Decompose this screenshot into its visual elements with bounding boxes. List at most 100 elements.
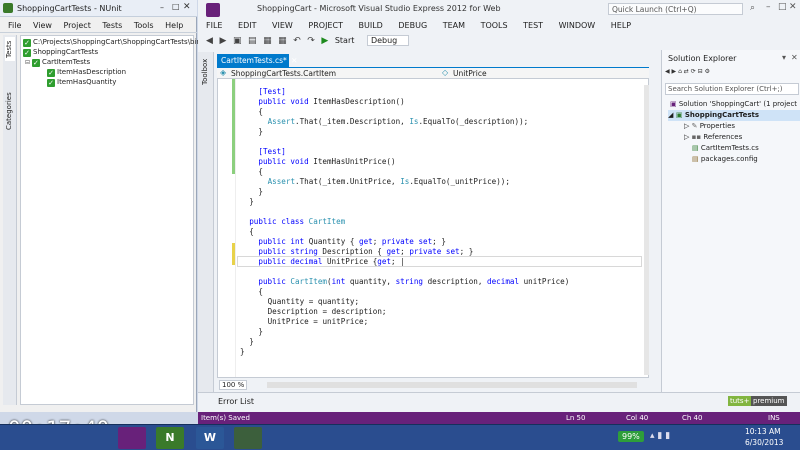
taskbar-nunit-icon[interactable]: N xyxy=(156,427,184,449)
menu-team[interactable]: TEAM xyxy=(443,21,465,30)
quick-launch-input[interactable]: Quick Launch (Ctrl+Q) xyxy=(608,3,743,15)
code-line[interactable]: [Test] xyxy=(258,147,285,157)
error-list-tab[interactable]: Error List xyxy=(218,397,254,406)
menu-tools[interactable]: TOOLS xyxy=(481,21,508,30)
save-all-icon[interactable]: ▦ xyxy=(278,36,287,46)
collapse-all-icon[interactable]: ⊟ xyxy=(698,68,705,75)
tray-icons[interactable]: ▴ ▮ ▮ xyxy=(650,431,670,441)
pin-icon[interactable]: ▾ xyxy=(782,53,786,62)
tab-tests[interactable]: Tests xyxy=(5,37,15,61)
save-icon[interactable]: ▦ xyxy=(263,36,272,46)
minimize-icon[interactable]: – xyxy=(766,2,771,12)
close-icon[interactable]: ✕ xyxy=(183,2,191,12)
menu-edit[interactable]: EDIT xyxy=(238,21,256,30)
tree-item-references[interactable]: ▷ ▪▪ References xyxy=(684,132,742,143)
menu-build[interactable]: BUILD xyxy=(359,21,383,30)
tree-item-fixture[interactable]: ⊟ ✓ CartItemTests xyxy=(25,57,90,67)
tree-item-test[interactable]: ✓ ItemHasDescription xyxy=(47,67,126,77)
tab-cartitemtests[interactable]: CartItemTests.cs* ✕ xyxy=(217,54,297,67)
taskbar-word-icon[interactable]: W xyxy=(196,427,224,449)
code-line[interactable]: { xyxy=(249,227,254,237)
code-line[interactable]: { xyxy=(258,167,263,177)
battery-indicator[interactable]: 99% xyxy=(618,431,644,442)
code-line[interactable]: } xyxy=(249,337,254,347)
code-line[interactable]: Assert.That(_item.Description, Is.EqualT… xyxy=(268,117,529,127)
undo-icon[interactable]: ↶ xyxy=(293,36,301,46)
refresh-icon[interactable]: ⟳ xyxy=(691,68,698,75)
configuration-select[interactable]: Debug xyxy=(366,35,409,46)
menu-project[interactable]: PROJECT xyxy=(308,21,343,30)
minimize-icon[interactable]: – xyxy=(160,3,164,12)
code-line[interactable]: public CartItem(int quantity, string des… xyxy=(258,277,569,287)
code-line[interactable]: } xyxy=(258,327,263,337)
tree-item-solution[interactable]: ▣ Solution 'ShoppingCart' (1 project xyxy=(670,99,797,110)
code-line[interactable]: UnitPrice = unitPrice; xyxy=(268,317,369,327)
code-line[interactable]: Assert.That(_item.UnitPrice, Is.EqualTo(… xyxy=(268,177,510,187)
taskbar-terminal-icon[interactable] xyxy=(234,427,262,449)
maximize-icon[interactable]: □ xyxy=(172,2,180,11)
expand-icon[interactable]: ▷ xyxy=(684,122,692,130)
open-icon[interactable]: ▤ xyxy=(248,36,257,46)
redo-icon[interactable]: ↷ xyxy=(307,36,315,46)
solution-search-input[interactable]: Search Solution Explorer (Ctrl+;) xyxy=(665,83,799,95)
expand-icon[interactable]: ▷ xyxy=(684,133,692,141)
code-line[interactable]: } xyxy=(240,347,245,357)
close-icon[interactable]: ✕ xyxy=(791,53,798,62)
zoom-select[interactable]: 100 % xyxy=(219,380,248,390)
maximize-icon[interactable]: □ xyxy=(778,2,787,12)
sync-icon[interactable]: ⇄ xyxy=(684,68,691,75)
menu-project[interactable]: Project xyxy=(63,21,90,30)
tree-item-file[interactable]: ▤ packages.config xyxy=(692,154,758,165)
code-line[interactable]: public void ItemHasDescription() xyxy=(258,97,404,107)
taskbar-visual-studio-icon[interactable] xyxy=(118,427,146,449)
menu-file[interactable]: FILE xyxy=(206,21,222,30)
expand-icon[interactable]: ◢ xyxy=(668,111,676,119)
menu-debug[interactable]: DEBUG xyxy=(398,21,427,30)
type-dropdown[interactable]: ShoppingCartTests.CartItem xyxy=(231,69,336,78)
close-tab-icon[interactable]: ✕ xyxy=(291,56,297,65)
menu-test[interactable]: TEST xyxy=(523,21,543,30)
clock-time[interactable]: 10:13 AM xyxy=(745,427,781,436)
menu-view[interactable]: View xyxy=(33,21,52,30)
code-line[interactable]: public int Quantity { get; private set; … xyxy=(258,237,446,247)
menu-window[interactable]: WINDOW xyxy=(559,21,596,30)
code-line[interactable]: } xyxy=(258,127,263,137)
code-line[interactable]: { xyxy=(258,287,263,297)
tree-item-test[interactable]: ✓ ItemHasQuantity xyxy=(47,77,116,87)
tree-item-properties[interactable]: ▷ ✎ Properties xyxy=(684,121,735,132)
vertical-scrollbar[interactable] xyxy=(644,85,649,375)
tree-item-file[interactable]: ▤ CartItemTests.cs xyxy=(692,143,759,154)
menu-view[interactable]: VIEW xyxy=(272,21,293,30)
clock-date[interactable]: 6/30/2013 xyxy=(745,438,783,447)
code-line[interactable]: } xyxy=(258,187,263,197)
code-line[interactable]: public void ItemHasUnitPrice() xyxy=(258,157,395,167)
start-icon[interactable]: ▶ xyxy=(321,36,328,46)
code-line[interactable]: public class CartItem xyxy=(249,217,345,227)
properties-icon[interactable]: ⚙ xyxy=(705,68,710,75)
tree-item-project[interactable]: ◢ ▣ ShoppingCartTests xyxy=(668,110,800,121)
menu-tools[interactable]: Tools xyxy=(134,21,154,30)
collapse-icon[interactable]: ⊟ xyxy=(25,59,32,66)
code-line[interactable]: { xyxy=(258,107,263,117)
start-button[interactable]: Start xyxy=(335,36,355,45)
search-icon[interactable]: ⌕ xyxy=(750,3,755,13)
code-line[interactable]: [Test] xyxy=(258,87,285,97)
menu-file[interactable]: File xyxy=(8,21,21,30)
tab-categories[interactable]: Categories xyxy=(5,91,15,131)
code-editor[interactable]: [Test] public void ItemHasDescription(){A… xyxy=(217,78,649,378)
forward-icon[interactable]: ▶ xyxy=(219,36,226,46)
code-line[interactable]: Description = description; xyxy=(268,307,387,317)
back-icon[interactable]: ◀ xyxy=(206,36,213,46)
tree-item-path[interactable]: ✓ C:\Projects\ShoppingCart\ShoppingCartTe… xyxy=(23,37,222,47)
menu-help[interactable]: HELP xyxy=(611,21,631,30)
close-icon[interactable]: ✕ xyxy=(789,2,797,12)
tree-item-project[interactable]: ✓ ShoppingCartTests xyxy=(23,47,98,57)
menu-help[interactable]: Help xyxy=(165,21,183,30)
horizontal-scrollbar[interactable] xyxy=(267,382,637,388)
menu-tests[interactable]: Tests xyxy=(102,21,122,30)
code-line[interactable]: } xyxy=(249,197,254,207)
new-project-icon[interactable]: ▣ xyxy=(233,36,242,46)
code-line[interactable]: Quantity = quantity; xyxy=(268,297,359,307)
toolbox-tab[interactable]: Toolbox xyxy=(201,56,211,88)
member-dropdown[interactable]: UnitPrice xyxy=(453,69,487,78)
